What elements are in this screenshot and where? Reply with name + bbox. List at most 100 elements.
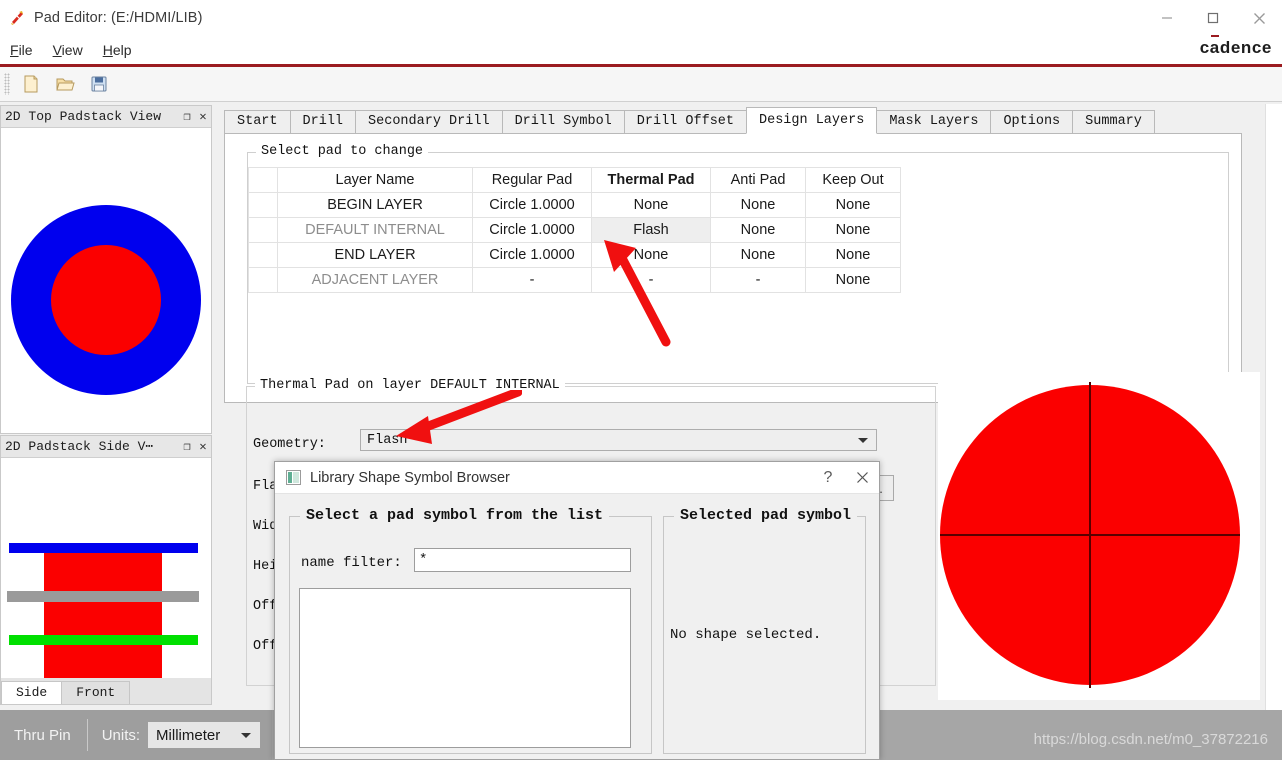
table-row[interactable]: ADJACENT LAYER - - - None xyxy=(248,267,901,293)
menu-item-view[interactable]: View xyxy=(43,40,93,60)
save-button[interactable] xyxy=(82,69,116,99)
maximize-button[interactable] xyxy=(1190,0,1236,36)
geometry-combo[interactable]: Flash xyxy=(360,429,877,451)
close-icon[interactable]: ✕ xyxy=(195,108,211,126)
cell-keep-out[interactable]: None xyxy=(805,242,901,268)
name-filter-input[interactable]: * xyxy=(414,548,631,572)
new-file-button[interactable] xyxy=(14,69,48,99)
tab-drill-symbol[interactable]: Drill Symbol xyxy=(501,110,625,134)
geometry-label: Geometry: xyxy=(253,437,326,452)
status-left-group: Thru Pin Units: Millimeter xyxy=(0,710,272,760)
menu-view-rest: iew xyxy=(61,42,83,58)
open-folder-button[interactable] xyxy=(48,69,82,99)
cell-keep-out[interactable]: None xyxy=(805,192,901,218)
menu-item-help[interactable]: Help xyxy=(93,40,142,60)
cell-anti-pad[interactable]: - xyxy=(710,267,806,293)
cell-anti-pad[interactable]: None xyxy=(710,242,806,268)
pad-editor-window: Pad Editor: (E:/HDMI/LIB) File View Help… xyxy=(0,0,1282,760)
cell-layer-name[interactable]: ADJACENT LAYER xyxy=(277,267,473,293)
cell-keep-out[interactable]: None xyxy=(805,217,901,243)
padstack-side-canvas[interactable]: Side Front xyxy=(1,458,211,704)
open-folder-icon xyxy=(56,78,75,91)
table-row[interactable]: BEGIN LAYER Circle 1.0000 None None None xyxy=(248,192,901,218)
toolbar-grip[interactable] xyxy=(4,73,10,95)
float-icon[interactable]: ❐ xyxy=(179,108,195,126)
brand-bar: a xyxy=(1209,38,1220,57)
cadence-logo: cadence xyxy=(1200,38,1272,58)
shape-preview[interactable] xyxy=(938,372,1260,700)
window-title: Pad Editor: (E:/HDMI/LIB) xyxy=(34,10,203,26)
table-row[interactable]: DEFAULT INTERNAL Circle 1.0000 Flash Non… xyxy=(248,217,901,243)
dialog-help-button[interactable]: ? xyxy=(811,462,845,493)
tab-start[interactable]: Start xyxy=(224,110,291,134)
tab-front[interactable]: Front xyxy=(61,681,131,704)
cell-layer-name[interactable]: BEGIN LAYER xyxy=(277,192,473,218)
cell-thermal-pad[interactable]: - xyxy=(591,267,711,293)
name-filter-value: * xyxy=(419,552,428,568)
tab-options[interactable]: Options xyxy=(990,110,1074,134)
app-icon xyxy=(10,10,26,26)
tab-drill[interactable]: Drill xyxy=(289,110,357,134)
close-icon[interactable]: ✕ xyxy=(195,438,211,456)
tab-drill-offset[interactable]: Drill Offset xyxy=(623,110,747,134)
pad-table[interactable]: Layer Name Regular Pad Thermal Pad Anti … xyxy=(248,167,901,293)
tab-summary[interactable]: Summary xyxy=(1072,110,1155,134)
row-handle[interactable] xyxy=(248,217,278,243)
dialog-body: Select a pad symbol from the list name f… xyxy=(275,494,879,760)
menu-bar: File View Help xyxy=(0,36,1282,64)
dialog-close-button[interactable] xyxy=(845,462,879,493)
col-keep-out[interactable]: Keep Out xyxy=(805,167,901,193)
cell-anti-pad[interactable]: None xyxy=(710,192,806,218)
table-row[interactable]: END LAYER Circle 1.0000 None None None xyxy=(248,242,901,268)
cell-regular-pad[interactable]: Circle 1.0000 xyxy=(472,242,592,268)
col-anti-pad[interactable]: Anti Pad xyxy=(710,167,806,193)
col-regular-pad[interactable]: Regular Pad xyxy=(472,167,592,193)
cell-regular-pad[interactable]: Circle 1.0000 xyxy=(472,192,592,218)
side-view-tabstrip: Side Front xyxy=(1,678,211,704)
minimize-button[interactable] xyxy=(1144,0,1190,36)
top-padstack-canvas[interactable] xyxy=(1,128,211,433)
float-icon[interactable]: ❐ xyxy=(179,438,195,456)
cell-anti-pad[interactable]: None xyxy=(710,217,806,243)
cell-layer-name[interactable]: DEFAULT INTERNAL xyxy=(277,217,473,243)
cell-layer-name[interactable]: END LAYER xyxy=(277,242,473,268)
watermark-url: https://blog.csdn.net/m0_37872216 xyxy=(1033,731,1268,748)
row-handle[interactable] xyxy=(248,267,278,293)
thermal-pad-group-legend: Thermal Pad on layer DEFAULT INTERNAL xyxy=(255,378,565,393)
padstack-side-graphic xyxy=(7,543,199,683)
row-handle[interactable] xyxy=(248,192,278,218)
main-vertical-scrollbar[interactable] xyxy=(1265,104,1282,710)
new-file-icon xyxy=(24,75,38,93)
chevron-down-icon xyxy=(858,438,868,443)
top-padstack-graphic xyxy=(11,205,201,395)
units-combo-value: Millimeter xyxy=(156,726,221,744)
close-icon xyxy=(856,472,868,483)
selected-pad-symbol-group: Selected pad symbol No shape selected. xyxy=(663,507,866,754)
status-mode-label: Thru Pin xyxy=(14,726,71,744)
save-disk-icon xyxy=(91,76,107,92)
top-padstack-view-panel: 2D Top Padstack View ❐ ✕ xyxy=(0,105,212,434)
thermal-pad-flash-cell[interactable]: Flash xyxy=(591,217,711,243)
padstack-side-view-title: 2D Padstack Side V⋯ xyxy=(5,439,154,454)
tab-design-layers[interactable]: Design Layers xyxy=(746,107,878,134)
dialog-title: Library Shape Symbol Browser xyxy=(310,469,510,486)
select-pad-symbol-legend: Select a pad symbol from the list xyxy=(300,507,610,524)
row-handle[interactable] xyxy=(248,242,278,268)
pad-symbol-list[interactable] xyxy=(299,588,631,748)
cell-regular-pad[interactable]: Circle 1.0000 xyxy=(472,217,592,243)
units-combo[interactable]: Millimeter xyxy=(148,722,261,748)
tab-mask-layers[interactable]: Mask Layers xyxy=(876,110,992,134)
menu-view-label: V xyxy=(52,42,62,58)
col-thermal-pad[interactable]: Thermal Pad xyxy=(591,167,711,193)
col-layer-name[interactable]: Layer Name xyxy=(277,167,473,193)
cell-keep-out[interactable]: None xyxy=(805,267,901,293)
menu-item-file[interactable]: File xyxy=(0,40,43,60)
cell-thermal-pad[interactable]: None xyxy=(591,242,711,268)
close-button[interactable] xyxy=(1236,0,1282,36)
cell-thermal-pad[interactable]: None xyxy=(591,192,711,218)
cell-regular-pad[interactable]: - xyxy=(472,267,592,293)
tab-secondary-drill[interactable]: Secondary Drill xyxy=(355,110,503,134)
units-label: Units: xyxy=(101,726,141,744)
select-pad-group-legend: Select pad to change xyxy=(256,144,429,159)
tab-side[interactable]: Side xyxy=(1,681,63,704)
